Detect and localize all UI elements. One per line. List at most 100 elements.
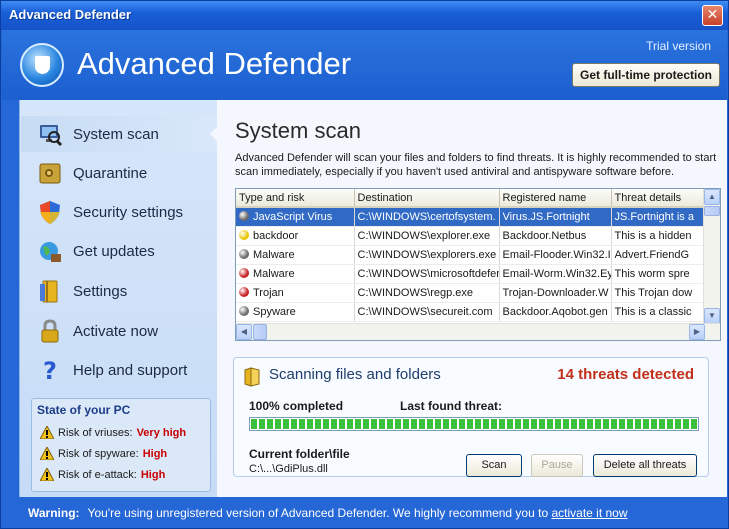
cell-type: Malware xyxy=(236,264,355,284)
sidebar-item-security-settings[interactable]: Security settings xyxy=(21,194,218,230)
sidebar-item-quarantine[interactable]: Quarantine xyxy=(21,155,218,191)
cell-threat-details: This worm spre xyxy=(611,264,705,284)
risk-value: High xyxy=(142,447,168,460)
lock-icon xyxy=(41,319,59,343)
cell-type: JavaScript Virus xyxy=(236,207,355,227)
risk-level-icon xyxy=(239,210,249,221)
risk-row-spyware: Risk of spyware: High xyxy=(40,447,167,460)
sidebar-item-label: Help and support xyxy=(73,361,188,379)
column-header-threat-details[interactable]: Threat details xyxy=(611,189,705,208)
scan-progress-fill xyxy=(251,419,697,429)
pause-button[interactable]: Pause xyxy=(531,454,583,477)
sidebar-item-help-support[interactable]: ? Help and support xyxy=(21,352,218,388)
sidebar-item-label: Activate now xyxy=(73,322,159,340)
risk-level-icon xyxy=(239,229,249,240)
scroll-left-icon[interactable]: ◀ xyxy=(236,324,252,340)
cell-threat-details: This is a hidden xyxy=(611,226,705,246)
table-row[interactable]: Malware C:\WINDOWS\explorers.exe Email-Flo… xyxy=(236,245,705,265)
title-bar[interactable]: Advanced Defender ✕ xyxy=(1,1,728,30)
scroll-down-icon[interactable]: ▼ xyxy=(704,308,720,324)
get-full-protection-button[interactable]: Get full-time protection xyxy=(572,63,720,87)
column-header-destination[interactable]: Destination xyxy=(354,189,500,208)
threat-type: Malware xyxy=(253,248,295,261)
warning-icon xyxy=(40,447,54,460)
table-row[interactable]: Malware C:\WINDOWS\microsoftdefer Email-Wo… xyxy=(236,264,705,284)
globe-update-icon xyxy=(40,242,61,262)
cell-destination: C:\WINDOWS\microsoftdefer xyxy=(354,264,500,284)
cell-destination: C:\WINDOWS\regp.exe xyxy=(354,283,500,303)
current-folder-path: C:\...\GdiPlus.dll xyxy=(249,463,328,475)
monitor-scan-icon xyxy=(40,125,63,147)
cell-registered-name: Backdoor.Aqobot.gen xyxy=(499,302,612,322)
sidebar-item-label: Security settings xyxy=(73,203,184,221)
risk-level-icon xyxy=(239,267,249,278)
activate-now-link[interactable]: activate it now xyxy=(551,506,627,520)
column-header-type[interactable]: Type and risk xyxy=(236,189,355,208)
threats-detected-count: 14 threats detected xyxy=(557,366,694,383)
shield-icon xyxy=(40,201,60,224)
cell-type: backdoor xyxy=(236,226,355,246)
scan-button[interactable]: Scan xyxy=(466,454,522,477)
delete-all-threats-button[interactable]: Delete all threats xyxy=(593,454,697,477)
trial-label: Trial version xyxy=(646,39,711,53)
table-row[interactable]: Spyware C:\WINDOWS\secureit.com Backdoor.A… xyxy=(236,302,705,322)
cell-type: Trojan xyxy=(236,283,355,303)
threat-type: backdoor xyxy=(253,229,299,242)
warning-icon xyxy=(40,426,54,439)
risk-level-icon xyxy=(239,248,249,259)
warning-label: Warning: xyxy=(28,506,80,520)
sidebar: System scan Quarantine Security settings… xyxy=(19,100,219,497)
column-header-registered-name[interactable]: Registered name xyxy=(499,189,612,208)
vertical-scroll-thumb[interactable] xyxy=(704,206,720,216)
threats-table[interactable]: Type and risk Destination Registered nam… xyxy=(235,188,721,341)
cell-destination: C:\WINDOWS\certofsystem. xyxy=(354,207,500,227)
sidebar-item-settings[interactable]: Settings xyxy=(21,273,218,309)
svg-text:?: ? xyxy=(43,357,57,383)
warning-message: You're using unregistered version of Adv… xyxy=(87,506,549,520)
cell-registered-name: Virus.JS.Fortnight xyxy=(499,207,612,227)
last-found-threat-label: Last found threat: xyxy=(400,399,502,413)
page-description: Advanced Defender will scan your files a… xyxy=(235,152,717,178)
table-row[interactable]: Trojan C:\WINDOWS\regp.exe Trojan-Download… xyxy=(236,283,705,303)
scroll-up-icon[interactable]: ▲ xyxy=(704,189,720,205)
sidebar-item-activate-now[interactable]: Activate now xyxy=(21,313,218,349)
cell-threat-details: JS.Fortnight is a xyxy=(611,207,705,227)
cell-destination: C:\WINDOWS\explorers.exe xyxy=(354,245,500,265)
warning-footer: Warning: You're using unregistered versio… xyxy=(2,497,727,528)
current-folder-label: Current folder\file xyxy=(249,447,350,461)
sidebar-item-label: Settings xyxy=(73,282,128,300)
close-button[interactable]: ✕ xyxy=(702,5,723,26)
folder-icon xyxy=(244,367,260,387)
risk-row-viruses: Risk of vriuses: Very high xyxy=(40,426,186,439)
risk-row-e-attack: Risk of e-attack: High xyxy=(40,468,165,481)
cell-type: Malware xyxy=(236,245,355,265)
table-horizontal-scrollbar[interactable]: ◀ ▶ xyxy=(236,323,720,340)
scroll-right-icon[interactable]: ▶ xyxy=(689,324,705,340)
threat-type: Spyware xyxy=(253,305,296,318)
scan-status-panel: Scanning files and folders 14 threats de… xyxy=(233,357,709,477)
threat-type: JavaScript Virus xyxy=(253,210,333,223)
threat-type: Malware xyxy=(253,267,295,280)
app-header: Advanced Defender Trial version Get full… xyxy=(2,30,727,100)
app-window: Advanced Defender ✕ Advanced Defender Tr… xyxy=(0,0,729,529)
table-row[interactable]: backdoor C:\WINDOWS\explorer.exe Backdoor.… xyxy=(236,226,705,246)
cell-threat-details: This Trojan dow xyxy=(611,283,705,303)
main-panel: System scan Advanced Defender will scan … xyxy=(217,100,727,497)
horizontal-scroll-thumb[interactable] xyxy=(253,324,267,340)
window-title: Advanced Defender xyxy=(9,7,132,22)
sidebar-item-system-scan[interactable]: System scan xyxy=(21,116,219,152)
threat-type: Trojan xyxy=(253,286,284,299)
book-settings-icon xyxy=(40,280,58,303)
cell-threat-details: This is a classic xyxy=(611,302,705,322)
cell-registered-name: Email-Flooder.Win32.I xyxy=(499,245,612,265)
scan-title: Scanning files and folders xyxy=(269,366,441,383)
table-row[interactable]: JavaScript Virus C:\WINDOWS\certofsystem.… xyxy=(236,207,705,227)
risk-value: Very high xyxy=(136,426,187,439)
table-vertical-scrollbar[interactable]: ▲ ▼ xyxy=(703,189,720,324)
risk-value: High xyxy=(140,468,166,481)
cell-type: Spyware xyxy=(236,302,355,322)
risk-label: Risk of e-attack: xyxy=(58,468,137,481)
cell-registered-name: Backdoor.Netbus xyxy=(499,226,612,246)
app-logo-icon xyxy=(20,43,64,87)
sidebar-item-get-updates[interactable]: Get updates xyxy=(21,233,218,269)
